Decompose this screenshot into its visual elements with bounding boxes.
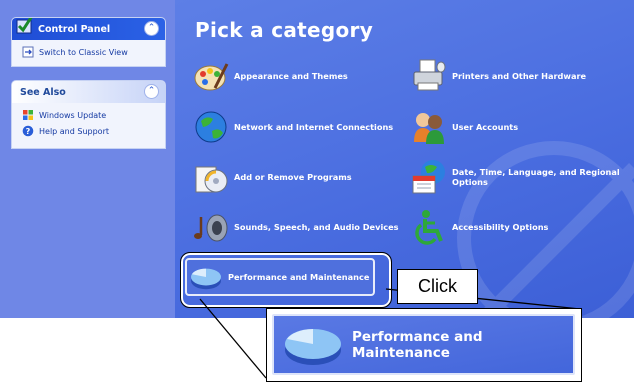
category-network-and-internet[interactable]: Network and Internet Connections bbox=[193, 109, 393, 145]
category-user-accounts[interactable]: User Accounts bbox=[411, 109, 518, 145]
zoom-callout: Performance and Maintenance bbox=[266, 308, 582, 382]
category-label: Sounds, Speech, and Audio Devices bbox=[234, 222, 399, 232]
collapse-control-panel-button[interactable]: ⌃ bbox=[144, 21, 159, 36]
click-instruction-label: Click bbox=[397, 269, 478, 304]
switch-view-icon bbox=[22, 46, 34, 58]
category-printers-and-hardware[interactable]: Printers and Other Hardware bbox=[411, 58, 586, 94]
control-panel-title: Control Panel bbox=[38, 23, 111, 35]
windows-update-link[interactable]: Windows Update bbox=[12, 107, 165, 123]
sound-speaker-icon bbox=[194, 214, 228, 242]
category-label: User Accounts bbox=[452, 122, 519, 132]
see-also-title: See Also bbox=[20, 86, 66, 98]
user-accounts-icon bbox=[414, 113, 444, 144]
category-label: Appearance and Themes bbox=[234, 71, 348, 81]
collapse-see-also-button[interactable]: ⌃ bbox=[144, 84, 159, 99]
category-add-remove-programs[interactable]: Add or Remove Programs bbox=[193, 159, 352, 195]
help-and-support-link[interactable]: ? Help and Support bbox=[12, 123, 165, 139]
category-label: Printers and Other Hardware bbox=[452, 71, 587, 81]
control-panel-icon bbox=[16, 18, 33, 34]
control-panel-box: Control Panel ⌃ Switch to Classic View bbox=[12, 18, 165, 66]
printer-icon bbox=[413, 59, 446, 91]
add-remove-programs-icon bbox=[195, 166, 228, 193]
help-and-support-label: Help and Support bbox=[39, 126, 109, 136]
help-icon: ? bbox=[22, 125, 34, 137]
accessibility-icon bbox=[415, 210, 443, 245]
date-time-globe-icon bbox=[412, 160, 445, 194]
category-sounds-speech-audio[interactable]: Sounds, Speech, and Audio Devices bbox=[193, 209, 399, 245]
task-pane: Control Panel ⌃ Switch to Classic View S… bbox=[0, 0, 175, 318]
switch-view-label: Switch to Classic View bbox=[39, 47, 128, 57]
category-label: Accessibility Options bbox=[452, 222, 549, 232]
see-also-header[interactable]: See Also ⌃ bbox=[12, 81, 165, 103]
category-label: Network and Internet Connections bbox=[234, 122, 394, 132]
category-label: Date, Time, Language, and Regional Optio… bbox=[452, 167, 620, 187]
network-globe-icon bbox=[195, 111, 227, 143]
category-label: Add or Remove Programs bbox=[234, 172, 352, 182]
category-date-time-language[interactable]: Date, Time, Language, and Regional Optio… bbox=[411, 159, 622, 195]
see-also-box: See Also ⌃ Windows Update ? Help and Sup… bbox=[12, 81, 165, 148]
zoom-label: Performance and Maintenance bbox=[352, 328, 483, 361]
category-appearance-and-themes[interactable]: Appearance and Themes bbox=[193, 58, 348, 94]
category-accessibility-options[interactable]: Accessibility Options bbox=[411, 209, 548, 245]
svg-text:?: ? bbox=[26, 127, 31, 136]
zoom-performance-button: Performance and Maintenance bbox=[272, 314, 575, 375]
highlight-frame bbox=[180, 252, 392, 308]
appearance-themes-icon bbox=[194, 63, 229, 91]
switch-to-classic-view-link[interactable]: Switch to Classic View bbox=[12, 44, 165, 60]
pie-chart-icon bbox=[285, 328, 341, 365]
page-title: Pick a category bbox=[195, 18, 374, 42]
control-panel-header[interactable]: Control Panel ⌃ bbox=[12, 18, 165, 40]
windows-update-label: Windows Update bbox=[39, 110, 107, 120]
windows-update-icon bbox=[23, 110, 33, 120]
